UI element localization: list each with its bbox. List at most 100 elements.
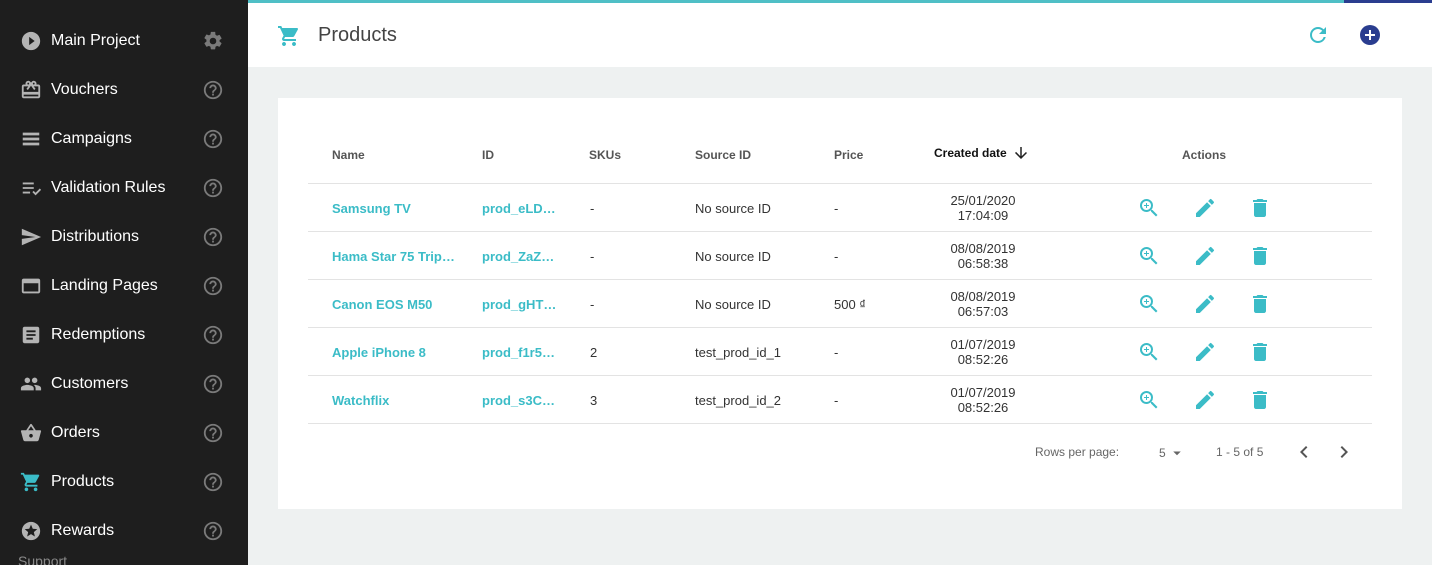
help-icon[interactable] — [202, 226, 224, 248]
product-created-date: 01/07/2019 08:52:26 — [928, 337, 1038, 367]
add-product-button[interactable] — [1358, 23, 1382, 47]
sidebar-item-orders[interactable]: Orders — [0, 408, 248, 457]
delete-button[interactable] — [1248, 196, 1272, 220]
pencil-icon — [1196, 246, 1215, 265]
delete-button[interactable] — [1248, 388, 1272, 412]
product-price: - — [834, 393, 839, 408]
product-source-id: No source ID — [695, 249, 771, 264]
add-circle-icon — [1360, 25, 1380, 45]
sidebar-item-distributions[interactable]: Distributions — [0, 212, 248, 261]
help-icon[interactable] — [202, 275, 224, 297]
pencil-icon — [1196, 198, 1215, 217]
product-source-id: No source ID — [695, 201, 771, 216]
chevron-right-icon — [1340, 446, 1348, 458]
product-id-link[interactable]: prod_ZaZ… — [482, 249, 558, 264]
sidebar-item-main-project[interactable]: Main Project — [0, 16, 248, 65]
sidebar-item-label: Redemptions — [51, 325, 146, 343]
column-header-actions: Actions — [1182, 148, 1227, 162]
loading-bar — [248, 0, 1344, 3]
column-header-created-date[interactable]: Created date — [934, 145, 1030, 163]
sidebar-item-campaigns[interactable]: Campaigns — [0, 114, 248, 163]
product-id-link[interactable]: prod_f1r5… — [482, 345, 558, 360]
help-icon[interactable] — [202, 422, 224, 444]
created-date: 01/07/2019 — [950, 385, 1016, 400]
product-name-link[interactable]: Watchflix — [332, 393, 460, 408]
product-id-link[interactable]: prod_gHT… — [482, 297, 558, 312]
created-time: 08:52:26 — [957, 400, 1009, 415]
web-icon — [20, 275, 42, 297]
product-name-link[interactable]: Hama Star 75 Trip… — [332, 249, 460, 264]
refresh-icon — [1310, 27, 1326, 43]
help-icon[interactable] — [202, 373, 224, 395]
edit-button[interactable] — [1193, 388, 1217, 412]
gear-icon[interactable] — [202, 30, 224, 52]
edit-button[interactable] — [1193, 340, 1217, 364]
created-time: 17:04:09 — [957, 208, 1009, 223]
sidebar-item-label: Landing Pages — [51, 276, 158, 294]
product-name-link[interactable]: Apple iPhone 8 — [332, 345, 460, 360]
pencil-icon — [1196, 390, 1215, 409]
column-header-name[interactable]: Name — [332, 148, 365, 162]
products-card: Name ID SKUs Source ID Price Created dat… — [278, 98, 1402, 509]
column-header-source-id[interactable]: Source ID — [695, 148, 751, 162]
sidebar-item-landing-pages[interactable]: Landing Pages — [0, 261, 248, 310]
sidebar-item-customers[interactable]: Customers — [0, 359, 248, 408]
view-button[interactable] — [1137, 340, 1161, 364]
edit-button[interactable] — [1193, 292, 1217, 316]
product-id-link[interactable]: prod_eLD… — [482, 201, 558, 216]
column-header-id[interactable]: ID — [482, 148, 494, 162]
product-source-id: test_prod_id_1 — [695, 345, 782, 360]
table-row: Samsung TV prod_eLD… - No source ID - 25… — [308, 184, 1372, 232]
sidebar-item-label: Orders — [51, 423, 100, 441]
trash-icon — [1253, 295, 1267, 313]
next-page-button[interactable] — [1332, 440, 1356, 464]
table-row: Apple iPhone 8 prod_f1r5… 2 test_prod_id… — [308, 328, 1372, 376]
delete-button[interactable] — [1248, 340, 1272, 364]
product-name-link[interactable]: Canon EOS M50 — [332, 297, 460, 312]
help-icon[interactable] — [202, 520, 224, 542]
product-skus: - — [590, 249, 595, 264]
previous-page-button[interactable] — [1292, 440, 1316, 464]
edit-button[interactable] — [1193, 244, 1217, 268]
sidebar-item-label: Products — [51, 472, 115, 490]
basket-icon — [20, 422, 42, 444]
send-icon — [20, 226, 42, 248]
sidebar-item-redemptions[interactable]: Redemptions — [0, 310, 248, 359]
product-created-date: 08/08/2019 06:58:38 — [928, 241, 1038, 271]
zoom-in-icon — [1140, 199, 1158, 217]
sidebar: Main Project Vouchers Campaigns Validati… — [0, 0, 248, 565]
product-name-link[interactable]: Samsung TV — [332, 201, 460, 216]
help-icon[interactable] — [202, 177, 224, 199]
column-header-skus[interactable]: SKUs — [589, 148, 621, 162]
view-button[interactable] — [1137, 244, 1161, 268]
support-heading: Support — [18, 553, 68, 565]
help-icon[interactable] — [202, 324, 224, 346]
view-button[interactable] — [1137, 196, 1161, 220]
products-table: Name ID SKUs Source ID Price Created dat… — [308, 134, 1372, 424]
help-icon[interactable] — [202, 128, 224, 150]
voucher-icon — [20, 79, 42, 101]
delete-button[interactable] — [1248, 244, 1272, 268]
column-header-price[interactable]: Price — [834, 148, 863, 162]
sidebar-item-rewards[interactable]: Rewards — [0, 506, 248, 555]
sidebar-item-vouchers[interactable]: Vouchers — [0, 65, 248, 114]
view-button[interactable] — [1137, 292, 1161, 316]
sidebar-item-products[interactable]: Products — [0, 457, 248, 506]
product-source-id: test_prod_id_2 — [695, 393, 782, 408]
checklist-icon — [20, 177, 42, 199]
help-icon[interactable] — [202, 471, 224, 493]
product-created-date: 08/08/2019 06:57:03 — [928, 289, 1038, 319]
sidebar-item-validation-rules[interactable]: Validation Rules — [0, 163, 248, 212]
page-header: Products — [248, 0, 1432, 67]
help-icon[interactable] — [202, 79, 224, 101]
delete-button[interactable] — [1248, 292, 1272, 316]
created-date: 08/08/2019 — [950, 289, 1016, 304]
edit-button[interactable] — [1193, 196, 1217, 220]
refresh-button[interactable] — [1306, 23, 1330, 47]
star-icon — [20, 520, 42, 542]
product-skus: - — [590, 201, 595, 216]
view-button[interactable] — [1137, 388, 1161, 412]
product-id-link[interactable]: prod_s3C… — [482, 393, 558, 408]
rows-per-page-value: 5 — [1159, 446, 1166, 460]
rows-per-page-select[interactable]: 5 — [1159, 444, 1186, 462]
